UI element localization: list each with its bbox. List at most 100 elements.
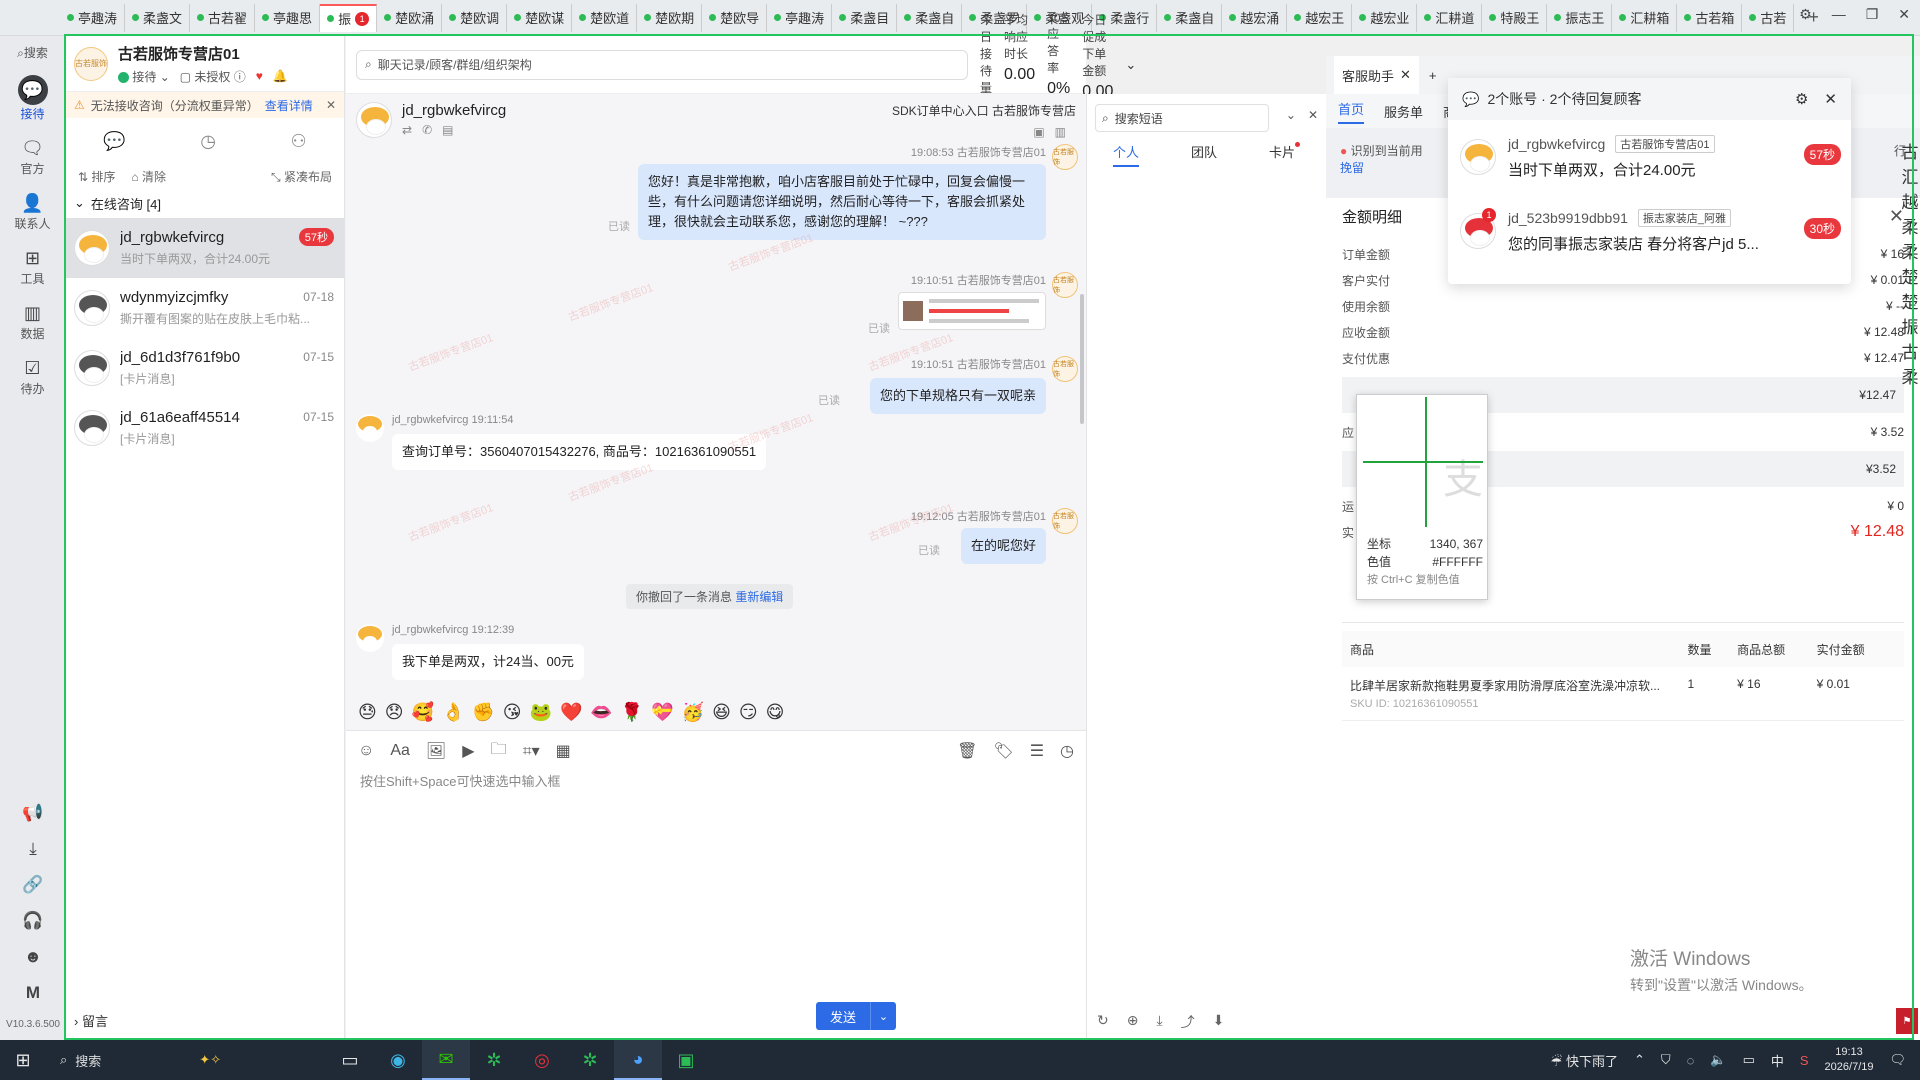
store-tab[interactable]: 振志王 [1547,3,1613,32]
store-tab[interactable]: 楚欧调 [442,3,508,32]
store-tab[interactable]: 汇耕箱 [1612,3,1678,32]
side-store-char[interactable]: 楚 [1900,290,1920,315]
pending-customer-item[interactable]: 1 jd_523b9919dbb91 振志家装店_阿雅 您的同事振志家装店 春分将客户… [1448,194,1851,268]
conversation-item[interactable]: jd_rgbwkefvircg 当时下单两双，合计24.00元 57秒 [66,218,344,278]
sort-button[interactable]: ⇅ 排序 [78,168,115,185]
view-details-link[interactable]: 查看详情 [265,97,313,114]
rail-search[interactable]: ⌕搜索 [0,44,65,61]
clock[interactable]: 19:13 2026/7/19 [1825,1045,1874,1075]
clock-icon[interactable]: ◷ [1060,741,1074,761]
conversation-item[interactable]: jd_61a6eaff45514 [卡片消息] 07-15 [66,398,344,458]
status-dropdown[interactable]: 接待 ⌄ [118,68,170,85]
quick-emoji[interactable]: 👌 [442,702,464,723]
store-tab[interactable]: 越宏业 [1352,3,1418,32]
quick-emoji[interactable]: 🥰 [412,702,434,723]
settings-icon[interactable]: ⚙ [1799,6,1812,23]
store-tab[interactable]: 楚欧谋 [507,3,573,32]
side-flag-icon[interactable]: ⚑ [1896,1008,1918,1034]
edge-icon[interactable]: ◉ [374,1040,422,1080]
side-store-char[interactable]: 楚 [1900,265,1920,290]
side-store-char[interactable]: 振 [1900,315,1920,340]
m-logo-icon[interactable]: M [26,983,40,1003]
side-store-char[interactable]: 古 [1900,340,1920,365]
import-icon[interactable]: ⤓ [1156,1012,1162,1032]
quick-emoji[interactable]: 😞 [385,702,404,723]
close-warning-icon[interactable]: ✕ [326,98,336,112]
store-tab[interactable]: 亭趣思 [255,3,321,32]
store-tab[interactable]: 振1 [320,3,378,32]
store-tab[interactable]: 柔盏自 [1157,3,1223,32]
quick-emoji[interactable]: 😓 [358,702,377,723]
side-store-char[interactable]: 古 [1900,140,1920,165]
conversation-item[interactable]: wdynmyizcjmfky 撕开覆有图案的贴在皮肤上毛巾粘... 07-18 [66,278,344,338]
global-search-input[interactable]: ⌕ 聊天记录/顾客/群组/组织架构 [356,49,968,80]
taskbar-search[interactable]: ⌕ 搜索 ✦✧ [46,1051,326,1070]
transfer-icon[interactable]: ⇄ [402,123,422,137]
bell-icon[interactable]: 🔔 [273,69,288,83]
quick-emoji[interactable]: ❤️ [560,702,582,723]
retain-link[interactable]: 挽留 [1340,161,1364,175]
store-tab[interactable]: 特殿王 [1482,3,1548,32]
settings-icon[interactable]: ⚙ [1795,90,1808,108]
re-edit-link[interactable]: 重新编辑 [735,590,783,604]
customer-avatar[interactable] [356,102,392,138]
quick-emoji[interactable]: 🥳 [682,702,704,723]
network-icon[interactable]: ◌ [1687,1053,1695,1068]
quick-reply-icon[interactable]: ☰ [1030,741,1044,761]
chat-bubble-icon[interactable]: 💬 [103,131,125,152]
close-tab-icon[interactable]: ✕ [1400,67,1411,83]
nav-home[interactable]: 首页 [1338,99,1365,124]
pending-customer-item[interactable]: jd_rgbwkefvircg 古若服饰专营店01 当时下单两双，合计24.00元 5… [1448,120,1851,194]
add-icon[interactable]: ⊕ [1127,1012,1139,1032]
coupon-icon[interactable]: 🏷 [993,741,1013,761]
video-icon[interactable]: ▶ [462,741,474,761]
shield-icon[interactable]: ⛉ [1661,1052,1671,1068]
rail-item-todo[interactable]: ☑ 待办 [0,356,65,397]
clear-button[interactable]: ⌂ 清除 [131,168,166,185]
emoji-icon[interactable]: ☺ [358,742,374,760]
phone-icon[interactable]: ✆ [422,123,442,137]
bag-icon[interactable]: ▥ [1055,125,1076,139]
order-icon[interactable]: ▣ [1033,125,1054,139]
store-tab[interactable]: 古若箱 [1677,3,1743,32]
tab-team[interactable]: 团队 [1191,142,1217,167]
side-store-char[interactable]: 柔 [1900,365,1920,390]
image-message[interactable] [898,292,1046,330]
bot-icon[interactable]: ☻ [24,947,42,967]
tab-assistant[interactable]: 客服助手 ✕ [1334,56,1419,94]
store-tab[interactable]: 楚欧期 [637,3,703,32]
note-icon[interactable]: ▤ [442,123,463,137]
store-tab[interactable]: 亭趣涛 [767,3,833,32]
refresh-icon[interactable]: ↻ [1097,1012,1109,1032]
quick-emoji[interactable]: 😋 [766,702,785,723]
rail-item-contact[interactable]: 👤 联系人 [0,191,65,232]
store-tab[interactable]: 柔盏目 [832,3,898,32]
side-store-char[interactable]: 柔 [1900,215,1920,240]
chevron-up-icon[interactable]: ⌃ [1634,1052,1645,1068]
store-tab[interactable]: 古若 [1742,3,1795,32]
quick-emoji[interactable]: 💝 [651,702,673,723]
headset-icon[interactable]: 🎧 [22,911,43,931]
task-view-icon[interactable]: ▭ [326,1040,374,1080]
notification-icon[interactable]: 🗨 [1889,1052,1906,1068]
online-consult-header[interactable]: ⌄ 在线咨询 [4] [66,188,344,218]
send-options-icon[interactable]: ⌄ [870,1002,896,1030]
app-green-icon[interactable]: ▣ [662,1040,710,1080]
quick-emoji[interactable]: ✊ [472,702,494,723]
history-icon[interactable]: ◷ [200,131,216,152]
calculator-icon[interactable]: ▦ [556,741,571,761]
quick-emoji[interactable]: 😏 [739,702,758,723]
quick-emoji[interactable]: 🐸 [530,702,552,723]
add-tab-icon[interactable]: + [1429,68,1437,83]
ime-indicator[interactable]: 中 [1771,1051,1784,1070]
store-tab[interactable]: 越宏涌 [1222,3,1288,32]
collapse-icon[interactable]: ⌄ [1286,108,1296,122]
crop-icon[interactable]: ⌗▾ [523,741,540,761]
app-star-icon[interactable]: ✲ [470,1040,518,1080]
volume-icon[interactable]: 🔈 [1710,1052,1726,1068]
download-icon[interactable]: ⬇ [1213,1012,1225,1032]
close-popup-icon[interactable]: ✕ [1824,90,1837,108]
heart-icon[interactable]: ♥ [256,69,263,83]
store-tab[interactable]: 越宏王 [1287,3,1353,32]
conversation-item[interactable]: jd_6d1d3f761f9b0 [卡片消息] 07-15 [66,338,344,398]
